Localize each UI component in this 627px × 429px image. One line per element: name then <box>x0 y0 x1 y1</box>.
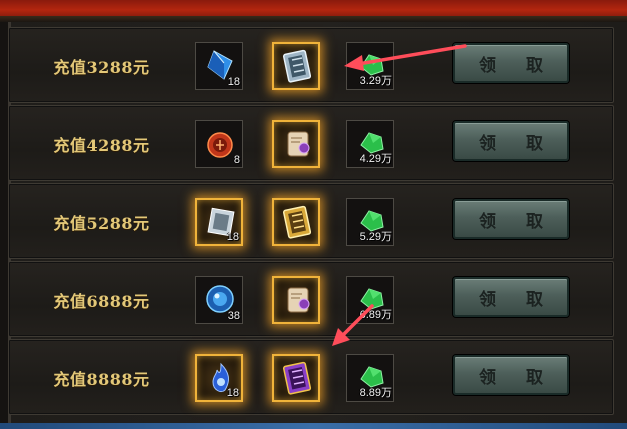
reward-slot-3[interactable]: 5.29万 <box>346 198 394 246</box>
claim-button[interactable]: 领 取 <box>453 43 569 83</box>
reward-slot-1[interactable]: 38 <box>195 276 243 324</box>
reward-slot-2[interactable] <box>272 276 320 324</box>
reward-slot-1[interactable]: 18 <box>195 42 243 90</box>
item-quantity: 8.89万 <box>359 387 392 399</box>
top-banner <box>0 0 627 22</box>
red-seal-orb-icon <box>207 132 233 158</box>
reward-slot-3[interactable]: 8.89万 <box>346 354 394 402</box>
silver-scroll-box-icon <box>282 49 312 83</box>
gold-scroll-box-icon <box>282 205 312 239</box>
bottom-strip <box>0 423 627 429</box>
row-title: 充值4288元 <box>53 136 150 155</box>
reward-slot-2[interactable] <box>272 42 320 90</box>
parchment-scroll-icon <box>287 287 310 313</box>
reward-row-5288: 充值5288元 18 5.29万 领 取 <box>8 183 614 259</box>
item-quantity: 18 <box>227 76 240 88</box>
item-quantity: 8 <box>233 154 240 166</box>
row-title: 充值5288元 <box>53 214 150 233</box>
reward-slot-2[interactable] <box>272 354 320 402</box>
claim-button[interactable]: 领 取 <box>453 277 569 317</box>
item-quantity: 4.29万 <box>359 153 392 165</box>
row-title: 充值6888元 <box>53 292 150 311</box>
claim-button[interactable]: 领 取 <box>453 121 569 161</box>
reward-slot-3[interactable]: 3.29万 <box>346 42 394 90</box>
reward-slot-1[interactable]: 18 <box>195 354 243 402</box>
reward-row-8888: 充值8888元 18 8.89万 领 取 <box>8 339 614 415</box>
reward-row-3288: 充值3288元 18 3.29万 领 取 <box>8 27 614 103</box>
item-quantity: 6.89万 <box>359 309 392 321</box>
item-quantity: 3.29万 <box>359 75 392 87</box>
reward-row-4288: 充值4288元 8 4.29万 领 取 <box>8 105 614 181</box>
purple-scroll-box-icon <box>282 361 312 395</box>
reward-slot-3[interactable]: 6.89万 <box>346 276 394 324</box>
row-title: 充值8888元 <box>53 370 150 389</box>
reward-row-6888: 充值6888元 38 6.89万 领 取 <box>8 261 614 337</box>
reward-slot-2[interactable] <box>272 120 320 168</box>
item-quantity: 38 <box>227 310 240 322</box>
reward-slot-2[interactable] <box>272 198 320 246</box>
row-title: 充值3288元 <box>53 58 150 77</box>
claim-button[interactable]: 领 取 <box>453 199 569 239</box>
parchment-scroll-icon <box>287 131 310 157</box>
claim-button[interactable]: 领 取 <box>453 355 569 395</box>
item-quantity: 18 <box>226 231 239 243</box>
reward-slot-1[interactable]: 18 <box>195 198 243 246</box>
item-quantity: 5.29万 <box>359 231 392 243</box>
item-quantity: 18 <box>226 387 239 399</box>
reward-slot-3[interactable]: 4.29万 <box>346 120 394 168</box>
reward-slot-1[interactable]: 8 <box>195 120 243 168</box>
